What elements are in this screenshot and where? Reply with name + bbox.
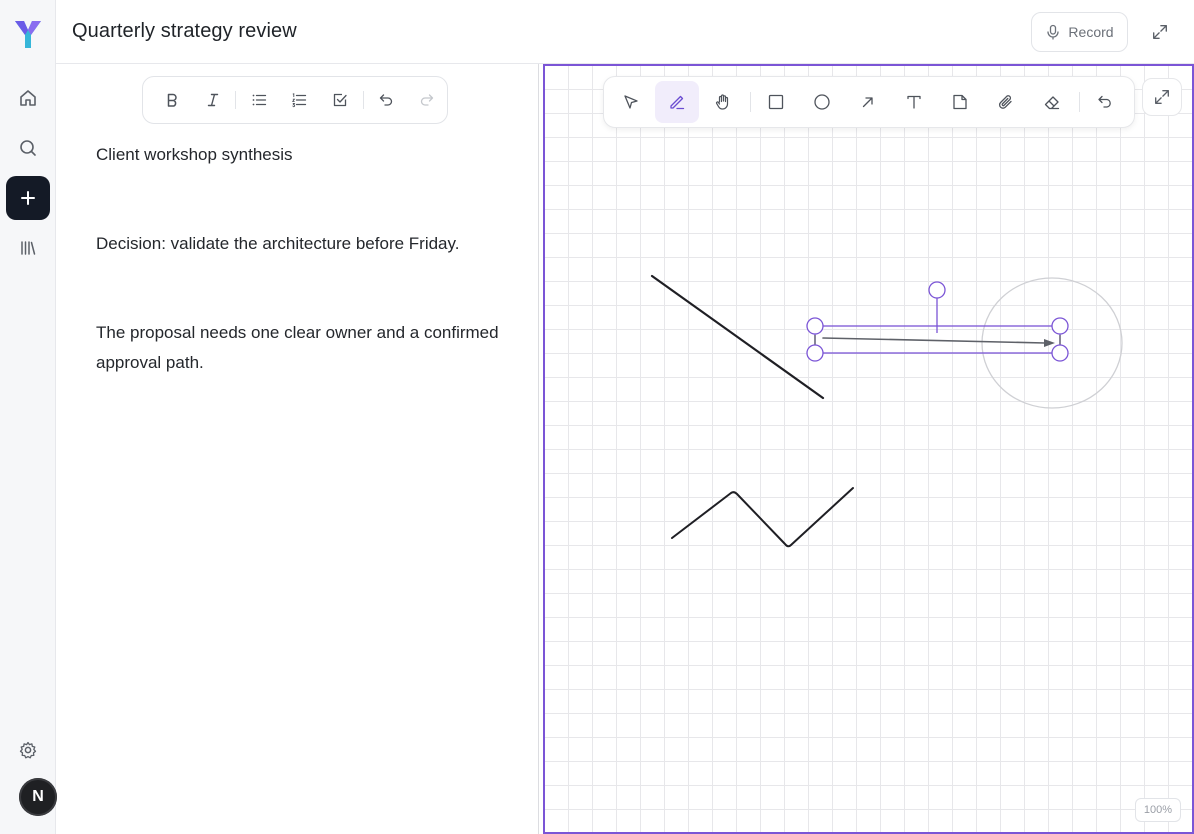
pen-tool-button[interactable] xyxy=(655,81,699,123)
undo-icon xyxy=(1098,95,1111,108)
undo-button[interactable] xyxy=(366,83,407,117)
left-rail: N xyxy=(0,0,57,834)
arrow-shaft xyxy=(822,337,1046,344)
bullet-list-button[interactable] xyxy=(238,83,279,117)
rectangle-tool-button[interactable] xyxy=(754,81,798,123)
checklist-button[interactable] xyxy=(320,83,361,117)
bullet-list-icon xyxy=(252,94,266,106)
pen-icon xyxy=(670,95,685,110)
pane-divider[interactable] xyxy=(538,64,539,834)
arrow-icon xyxy=(862,97,873,108)
expand-icon xyxy=(1155,90,1169,104)
bold-button[interactable] xyxy=(152,83,193,117)
ellipse-tool-button[interactable] xyxy=(800,81,844,123)
plus-icon xyxy=(21,191,35,205)
bold-icon xyxy=(168,93,178,107)
toolbar-divider xyxy=(750,92,751,112)
home-button[interactable] xyxy=(6,76,50,120)
record-button[interactable]: Record xyxy=(1031,12,1128,52)
paragraph-heading[interactable]: Client workshop synthesis xyxy=(96,140,506,170)
toolbar-divider xyxy=(1079,92,1080,112)
toolbar-divider xyxy=(362,91,364,109)
italic-button[interactable] xyxy=(193,83,234,117)
note-icon xyxy=(953,94,967,110)
search-icon xyxy=(20,140,36,156)
expand-icon xyxy=(1153,25,1167,39)
expand-window-button[interactable] xyxy=(1148,20,1172,44)
home-icon xyxy=(20,90,36,106)
resize-handle-top-left[interactable] xyxy=(806,317,824,335)
paragraph-proposal[interactable]: The proposal needs one clear owner and a… xyxy=(96,318,506,378)
library-button[interactable] xyxy=(6,226,50,270)
toolbar-divider xyxy=(235,91,237,109)
avatar-initial: N xyxy=(32,788,44,805)
text-icon xyxy=(907,95,921,109)
gear-icon xyxy=(19,741,37,759)
pen-stroke-line[interactable] xyxy=(650,274,825,400)
arrow-tool-button[interactable] xyxy=(846,81,890,123)
resize-handle-top-right[interactable] xyxy=(1051,317,1069,335)
circle-icon xyxy=(814,94,830,110)
app-logo xyxy=(13,18,43,50)
rectangle-icon xyxy=(768,94,784,110)
selected-arrow[interactable] xyxy=(806,281,1069,362)
settings-button[interactable] xyxy=(6,728,50,772)
resize-handle-bottom-left[interactable] xyxy=(806,344,824,362)
drawing-toolbar xyxy=(603,76,1135,128)
redo-button[interactable] xyxy=(406,83,447,117)
numbered-list-button[interactable] xyxy=(279,83,320,117)
hand-icon xyxy=(715,94,729,110)
new-note-button[interactable] xyxy=(6,176,50,220)
pen-stroke-zigzag[interactable] xyxy=(671,487,854,548)
rotate-handle[interactable] xyxy=(928,281,946,299)
canvas-fullscreen-button[interactable] xyxy=(1142,78,1182,116)
italic-icon xyxy=(207,93,219,107)
whiteboard-canvas[interactable]: 100% xyxy=(543,64,1194,834)
zoom-level-indicator[interactable]: 100% xyxy=(1135,798,1181,822)
eraser-icon xyxy=(1044,96,1060,110)
record-label: Record xyxy=(1068,24,1114,40)
attach-tool-button[interactable] xyxy=(984,81,1028,123)
checkbox-icon xyxy=(334,93,347,107)
sticky-note-tool-button[interactable] xyxy=(938,81,982,123)
text-tool-button[interactable] xyxy=(892,81,936,123)
user-avatar[interactable]: N xyxy=(19,778,57,816)
pointer-icon xyxy=(624,95,638,109)
numbered-list-icon xyxy=(292,93,307,108)
canvas-undo-button[interactable] xyxy=(1083,81,1127,123)
hand-tool-button[interactable] xyxy=(701,81,745,123)
library-icon xyxy=(21,241,36,255)
canvas-drawing-layer xyxy=(650,274,1123,548)
redo-icon xyxy=(420,94,433,106)
formatting-toolbar xyxy=(142,76,448,124)
microphone-icon xyxy=(1047,24,1060,40)
select-tool-button[interactable] xyxy=(609,81,653,123)
page-title[interactable]: Quarterly strategy review xyxy=(72,20,297,43)
undo-icon xyxy=(379,94,393,106)
eraser-tool-button[interactable] xyxy=(1030,81,1074,123)
arrow-head xyxy=(1044,339,1055,347)
search-button[interactable] xyxy=(6,126,50,170)
document-header: Quarterly strategy review Record xyxy=(56,0,1194,64)
resize-handle-bottom-right[interactable] xyxy=(1051,344,1069,362)
paperclip-icon xyxy=(999,95,1012,109)
paragraph-decision[interactable]: Decision: validate the architecture befo… xyxy=(96,229,506,259)
text-editor: Client workshop synthesis Decision: vali… xyxy=(56,64,538,834)
